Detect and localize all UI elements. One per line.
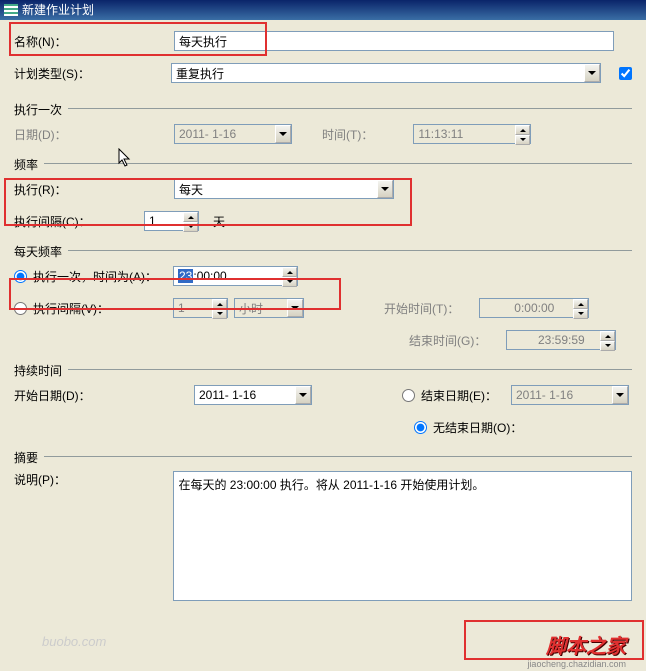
- plan-enabled-checkbox[interactable]: [619, 67, 632, 80]
- chevron-down-icon: [275, 125, 291, 143]
- daily-once-time-input[interactable]: 23:00:00: [173, 266, 298, 286]
- duration-legend: 持续时间: [14, 362, 68, 379]
- daily-once-label: 执行一次，时间为(A)：: [33, 268, 173, 285]
- spinner-down-icon: [600, 341, 615, 351]
- daily-interval-radio[interactable]: [14, 302, 27, 315]
- spinner-up-icon: [212, 299, 227, 309]
- summary-legend: 摘要: [14, 449, 44, 466]
- daily-once-radio[interactable]: [14, 270, 27, 283]
- chevron-down-icon[interactable]: [377, 180, 393, 198]
- spinner-down-icon: [212, 309, 227, 319]
- end-date-radio[interactable]: [402, 389, 415, 402]
- footer-logo: 脚本之家: [546, 630, 626, 659]
- desc-label: 说明(P)：: [14, 471, 173, 488]
- spinner-up-icon[interactable]: [183, 212, 198, 222]
- footer-sub: jiaocheng.chazidian.com: [527, 659, 626, 669]
- chevron-down-icon[interactable]: [295, 386, 311, 404]
- start-date-label: 开始日期(D)：: [14, 387, 194, 404]
- spinner-down-icon[interactable]: [183, 222, 198, 232]
- end-date-label: 结束日期(E)：: [421, 387, 511, 404]
- spinner-down-icon[interactable]: [282, 277, 297, 287]
- chevron-down-icon: [612, 386, 628, 404]
- freq-legend: 频率: [14, 156, 44, 173]
- spinner-down-icon: [573, 309, 588, 319]
- once-legend: 执行一次: [14, 101, 68, 118]
- spinner-down-icon: [515, 135, 530, 145]
- daily-start-label: 开始时间(T)：: [384, 300, 459, 317]
- chevron-down-icon[interactable]: [584, 64, 600, 82]
- window-title: 新建作业计划: [22, 0, 94, 20]
- daily-legend: 每天频率: [14, 243, 68, 260]
- freq-interval-unit: 天: [213, 213, 225, 230]
- title-bar: 新建作业计划: [0, 0, 646, 20]
- spinner-up-icon: [515, 125, 530, 135]
- desc-textarea: [173, 471, 632, 601]
- schedule-icon: [4, 4, 18, 16]
- freq-interval-label: 执行间隔(C)：: [14, 213, 144, 230]
- spinner-up-icon[interactable]: [282, 267, 297, 277]
- freq-exec-label: 执行(R)：: [14, 181, 174, 198]
- freq-exec-select[interactable]: [174, 179, 394, 199]
- name-input[interactable]: [174, 31, 614, 51]
- chevron-down-icon: [287, 299, 303, 317]
- no-end-date-label: 无结束日期(O)：: [433, 419, 522, 436]
- plan-type-label: 计划类型(S)：: [14, 65, 171, 82]
- daily-end-label: 结束时间(G)：: [409, 332, 486, 349]
- once-time-input: [413, 124, 531, 144]
- no-end-date-radio[interactable]: [414, 421, 427, 434]
- plan-type-select[interactable]: [171, 63, 601, 83]
- daily-interval-label: 执行间隔(V)：: [33, 300, 173, 317]
- spinner-up-icon: [600, 331, 615, 341]
- spinner-up-icon: [573, 299, 588, 309]
- watermark-text: buobo.com: [42, 634, 106, 649]
- once-date-label: 日期(D)：: [14, 126, 174, 143]
- name-label: 名称(N)：: [14, 33, 174, 50]
- once-time-label: 时间(T)：: [322, 126, 373, 143]
